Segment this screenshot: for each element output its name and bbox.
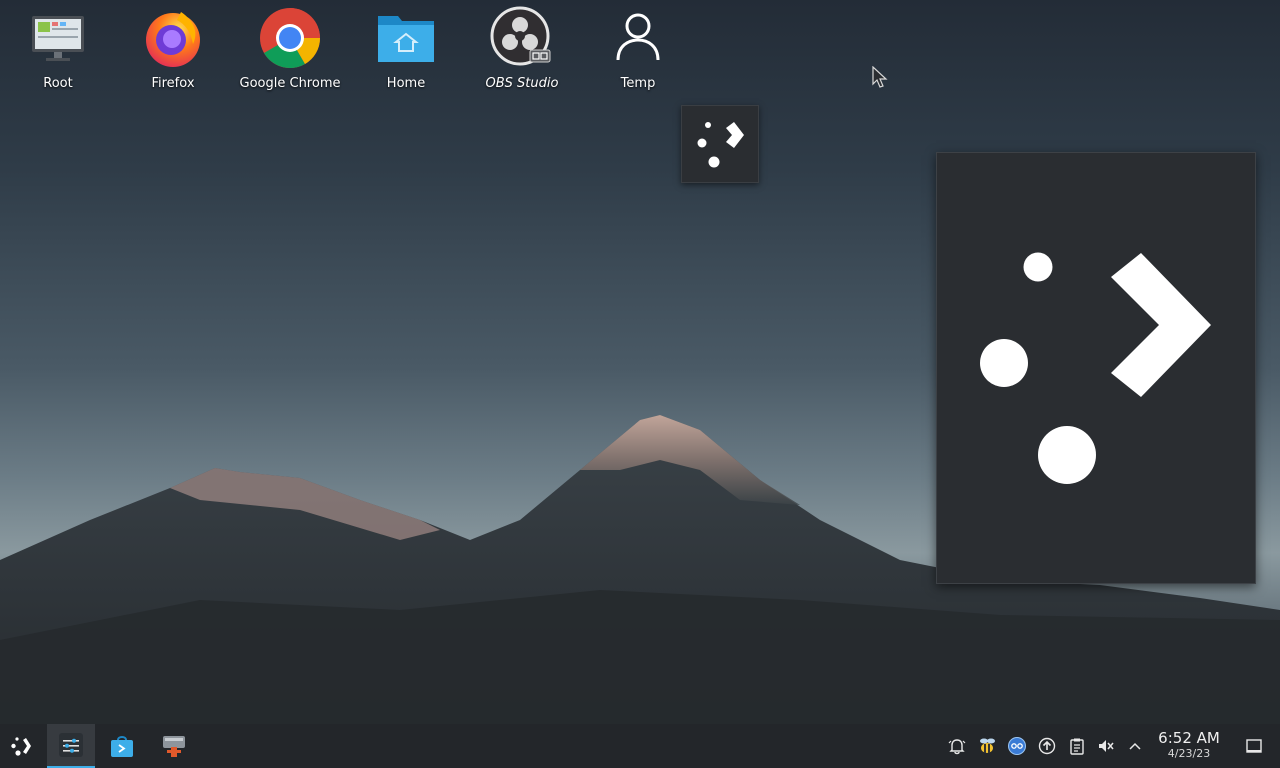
taskbar-panel: 6:52 AM 4/23/23 (0, 724, 1280, 768)
notifications-bell-icon (948, 739, 966, 755)
volume-muted-icon (1099, 740, 1114, 752)
desktop-icon-label: Temp (620, 76, 656, 91)
desktop-icon-label: Google Chrome (239, 76, 341, 91)
tray-updates[interactable] (1037, 736, 1057, 756)
digital-clock[interactable]: 6:52 AM 4/23/23 (1150, 729, 1228, 765)
network-bubble-icon (1008, 737, 1026, 755)
launcher-preview-panel (936, 152, 1256, 584)
desktop-icon-obs-studio[interactable]: OBS Studio (466, 6, 578, 100)
tray-network[interactable] (1007, 736, 1027, 756)
tray-expand-button[interactable] (1125, 736, 1145, 756)
installer-tool-icon (163, 736, 185, 757)
desktop-icon-temp[interactable]: Temp (582, 6, 694, 100)
discover-store-icon (111, 736, 133, 757)
desktop-icon-label: OBS Studio (485, 76, 559, 91)
tray-clipboard[interactable] (1067, 736, 1087, 756)
desktop-icon-label: Root (43, 76, 73, 91)
desktop-icon-root[interactable]: Root (2, 6, 114, 100)
system-settings-icon (59, 733, 83, 757)
show-desktop-button[interactable] (1244, 736, 1264, 756)
clipboard-icon (1070, 738, 1084, 755)
desktop-icon-label: Firefox (151, 76, 195, 91)
desktop-icon-firefox[interactable]: Firefox (117, 6, 229, 100)
launcher-tooltip-popup (681, 105, 759, 183)
show-desktop-icon (1246, 739, 1262, 753)
chrome-icon (260, 8, 320, 69)
obs-studio-icon (490, 6, 551, 66)
bee-app-icon (980, 738, 995, 753)
home-folder-icon (378, 16, 434, 62)
user-icon (616, 13, 660, 61)
application-launcher-button[interactable] (0, 724, 44, 768)
desktop[interactable]: Root Firefox Google Chrome Home OBS Stud… (0, 0, 1280, 768)
task-installer[interactable] (152, 724, 196, 768)
tray-notifications[interactable] (947, 736, 967, 756)
desktop-icon-google-chrome[interactable]: Google Chrome (234, 6, 346, 100)
steam-deck-logo-icon (11, 737, 31, 756)
clock-date: 4/23/23 (1167, 747, 1211, 760)
firefox-icon (146, 12, 200, 67)
updates-arrow-icon (1038, 737, 1056, 755)
task-system-settings[interactable] (47, 724, 95, 768)
steam-deck-logo-large-icon (980, 252, 1211, 484)
desktop-icon-home[interactable]: Home (350, 6, 462, 100)
task-discover[interactable] (100, 724, 144, 768)
mouse-cursor-icon (872, 66, 888, 88)
computer-icon (32, 16, 84, 61)
steam-deck-logo-icon (697, 122, 744, 168)
clock-time: 6:52 AM (1158, 729, 1220, 747)
chevron-up-icon (1129, 742, 1141, 750)
tray-bee-app[interactable] (977, 736, 997, 756)
tray-volume[interactable] (1096, 736, 1116, 756)
desktop-icon-label: Home (386, 76, 426, 91)
